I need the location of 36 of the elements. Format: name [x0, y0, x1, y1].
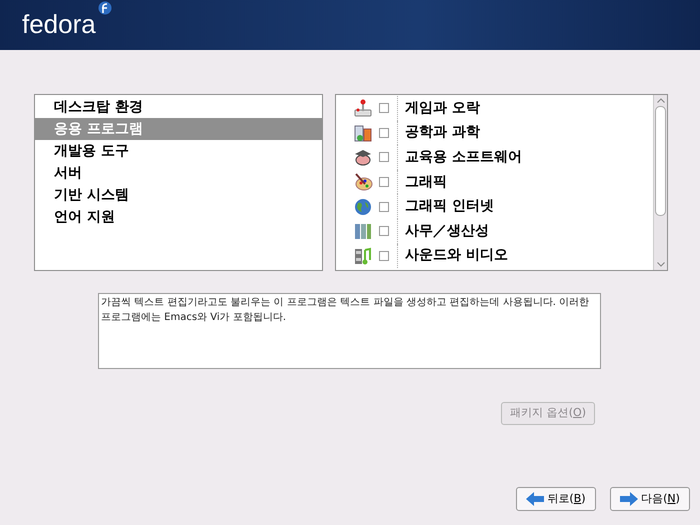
- group-item[interactable]: 서버: [35, 162, 322, 184]
- scrollbar[interactable]: [653, 95, 667, 270]
- checkbox[interactable]: [379, 152, 389, 162]
- palette-icon: [353, 172, 373, 192]
- fedora-logo: fedora: [22, 8, 96, 38]
- scroll-up-icon[interactable]: [656, 98, 664, 103]
- next-button[interactable]: 다음(N): [610, 487, 690, 511]
- cap-icon: [353, 147, 373, 168]
- checkbox[interactable]: [379, 226, 389, 236]
- flask-icon: [353, 122, 373, 143]
- category-label[interactable]: 교육용 소프트웨어: [405, 146, 522, 168]
- checkbox[interactable]: [379, 177, 389, 188]
- scroll-down-icon[interactable]: [656, 262, 664, 267]
- binders-icon: [353, 221, 373, 242]
- back-button[interactable]: 뒤로(B): [516, 487, 596, 511]
- joystick-icon: [353, 98, 373, 118]
- description-text: 가끔씩 텍스트 편집기라고도 불리우는 이 프로그램은 텍스트 파일을 생성하고 편집하는데 사용됩니다. 이러한 프로그램에는 Emacs와 Vi가 포함됩니다.: [101, 296, 590, 325]
- group-item[interactable]: 데스크탑 환경: [35, 96, 322, 118]
- category-label[interactable]: 사운드와 비디오: [405, 245, 508, 266]
- group-item[interactable]: 기반 시스템: [35, 184, 322, 206]
- checkbox[interactable]: [379, 103, 389, 114]
- category-label[interactable]: 사무／생산성: [405, 220, 489, 242]
- category-label[interactable]: 그래픽: [405, 172, 447, 193]
- category-label[interactable]: 게임과 오락: [405, 98, 480, 119]
- checkbox[interactable]: [379, 128, 389, 138]
- group-item[interactable]: 개발용 도구: [35, 140, 322, 162]
- globe-icon: [353, 196, 373, 217]
- category-label[interactable]: 그래픽 인터넷: [405, 196, 494, 218]
- left-arrow-icon: [526, 492, 544, 506]
- film-note-icon: [353, 246, 373, 266]
- group-item[interactable]: 언어 지원: [35, 206, 322, 228]
- infinity-f-icon: [98, 0, 112, 14]
- checkbox[interactable]: [379, 202, 389, 212]
- checkbox[interactable]: [379, 250, 389, 261]
- right-arrow-icon: [620, 492, 638, 506]
- category-label[interactable]: 공학과 과학: [405, 122, 480, 144]
